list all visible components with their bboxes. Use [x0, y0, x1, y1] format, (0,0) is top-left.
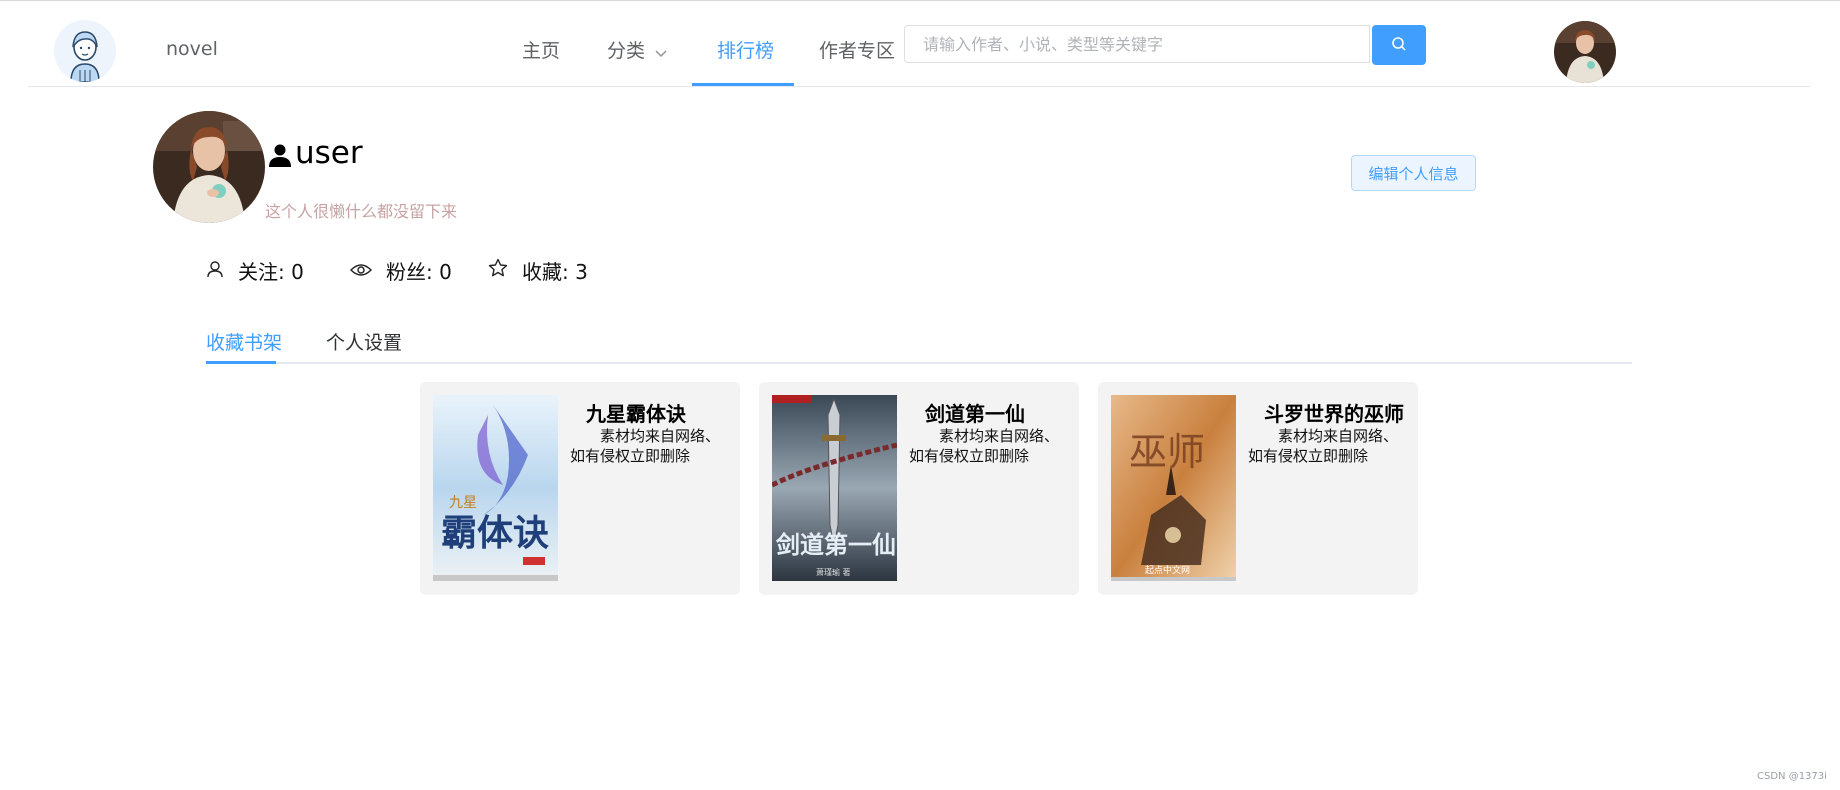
- book-title-text: 九星霸体诀: [586, 402, 686, 426]
- search-input[interactable]: [904, 25, 1370, 63]
- eye-icon: [350, 259, 386, 283]
- stat-followers-text: 粉丝: 0: [386, 260, 452, 284]
- stat-followers[interactable]: 粉丝: 0: [350, 256, 452, 285]
- cover-small-text: 九星: [449, 495, 477, 511]
- stat-following[interactable]: 关注: 0: [206, 256, 304, 285]
- cover-small-text: 萧瑾瑜 著: [816, 567, 851, 577]
- user-outline-icon: [206, 259, 238, 283]
- book-card[interactable]: 剑道第一仙 萧瑾瑜 著 剑道第一仙 素材均来自网络、如有侵权立即删除: [759, 382, 1079, 595]
- book-cover: 剑道第一仙 萧瑾瑜 著: [772, 395, 897, 581]
- star-outline-icon: [488, 258, 522, 283]
- watermark: CSDN @1373i: [1757, 771, 1827, 782]
- tab-bookshelf[interactable]: 收藏书架: [206, 328, 282, 355]
- cover-title-text: 剑道第一仙: [775, 530, 896, 559]
- nav-home[interactable]: 主页: [522, 36, 560, 63]
- cover-title-text: 霸体诀: [441, 512, 549, 554]
- nav-category-label: 分类: [607, 40, 646, 62]
- nav-category[interactable]: 分类: [607, 36, 667, 63]
- book-desc: 素材均来自网络、如有侵权立即删除: [909, 427, 1060, 465]
- book-desc: 素材均来自网络、如有侵权立即删除: [1248, 427, 1399, 465]
- stat-favorites-text: 收藏: 3: [522, 260, 588, 284]
- chevron-down-icon: [655, 41, 667, 63]
- tabs-divider: [206, 362, 1632, 364]
- book-cover: 巫师 起点中文网: [1111, 395, 1236, 581]
- user-bio: 这个人很懒什么都没留下来: [265, 202, 458, 221]
- book-cover: 九星 霸体诀: [433, 395, 558, 581]
- book-card[interactable]: 九星 霸体诀 九星霸体诀 素材均来自网络、如有侵权立即删除: [420, 382, 740, 595]
- book-desc: 素材均来自网络、如有侵权立即删除: [570, 427, 721, 465]
- stat-following-text: 关注: 0: [238, 260, 304, 284]
- tab-active-indicator: [206, 361, 276, 364]
- book-card[interactable]: 巫师 起点中文网 斗罗世界的巫师 素材均来自网络、如有侵权立即删除: [1098, 382, 1418, 595]
- logo-avatar-icon[interactable]: [54, 20, 116, 82]
- search-icon: [1391, 36, 1407, 55]
- nav-active-indicator: [692, 83, 794, 86]
- cover-small-text: 起点中文网: [1145, 564, 1190, 576]
- cover-title-text: 巫师: [1129, 430, 1205, 474]
- brand-name[interactable]: novel: [166, 38, 218, 60]
- nav-ranking[interactable]: 排行榜: [717, 36, 774, 63]
- tab-settings[interactable]: 个人设置: [326, 328, 402, 355]
- user-icon: [268, 143, 292, 171]
- header-user-avatar[interactable]: [1554, 21, 1616, 83]
- nav-author-zone[interactable]: 作者专区: [819, 36, 895, 63]
- book-title-text: 剑道第一仙: [925, 402, 1025, 426]
- search-button[interactable]: [1372, 25, 1426, 65]
- edit-profile-button[interactable]: 编辑个人信息: [1351, 155, 1476, 191]
- username: user: [295, 135, 363, 171]
- stat-favorites[interactable]: 收藏: 3: [488, 256, 588, 285]
- book-title-text: 斗罗世界的巫师: [1264, 402, 1404, 426]
- profile-avatar: [153, 111, 265, 223]
